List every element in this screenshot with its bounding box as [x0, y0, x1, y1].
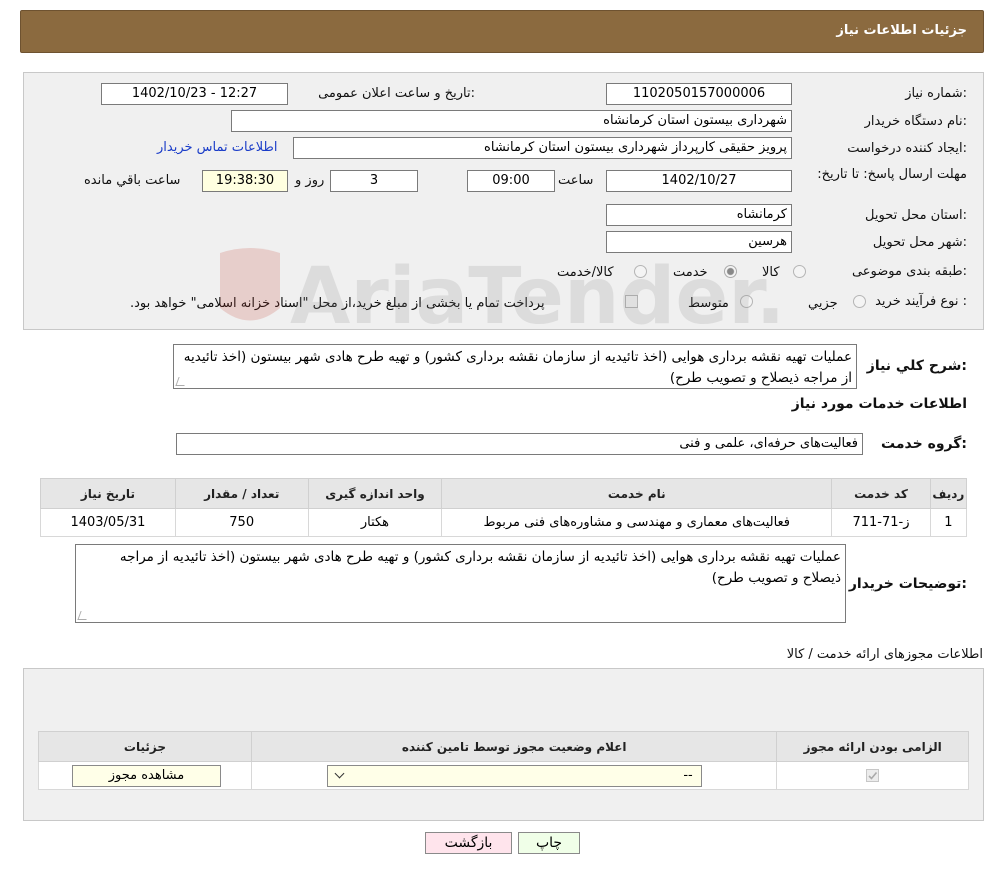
summary-label: شرح کلي نياز: — [866, 358, 967, 374]
check-icon — [868, 771, 878, 780]
deadline-label: مهلت ارسال پاسخ: تا تاریخ: — [817, 167, 967, 182]
process-minor-label: جزیي — [808, 296, 838, 311]
view-license-button[interactable]: مشاهده مجوز — [72, 764, 221, 787]
cell-row: 1 — [929, 508, 968, 537]
category-service-radio[interactable] — [724, 265, 737, 278]
deadline-time-field: 09:00 — [467, 170, 555, 192]
service-group-field: فعالیت‌های حرفه‌ای، علمی و فنی — [176, 433, 863, 455]
deadline-date-field: 1402/10/27 — [606, 170, 792, 192]
category-goods-service-label: کالا/خدمت — [557, 265, 614, 280]
buyer-contact-link[interactable]: اطلاعات تماس خریدار — [157, 140, 277, 155]
announce-label: تاریخ و ساعت اعلان عمومی: — [318, 86, 475, 101]
services-table-header: ردیف کد خدمت نام خدمت واحد اندازه گیری ت… — [40, 478, 968, 509]
days-label: روز و — [295, 173, 325, 188]
col-service-code: کد خدمت — [831, 478, 931, 509]
licenses-table-header: الزامی بودن ارائه مجوز اعلام وضعیت مجوز … — [38, 731, 969, 762]
process-type-label: نوع فرآیند خرید : — [875, 294, 967, 309]
cell-service-name: فعالیت‌های معماری و مهندسی و مشاوره‌های … — [441, 508, 833, 537]
buyer-org-label: نام دستگاه خریدار: — [864, 114, 967, 129]
category-label: طبقه بندی موضوعی: — [851, 264, 967, 279]
remaining-time-field: 19:38:30 — [202, 170, 288, 192]
licenses-section-title: اطلاعات مجوزهای ارائه خدمت / کالا — [786, 647, 983, 662]
buyer-notes-text: عملیات تهیه نقشه برداری هوایی (اخذ تائید… — [119, 549, 841, 586]
license-status-select[interactable]: -- — [326, 764, 702, 787]
treasury-payment-note: پرداخت تمام یا بخشی از مبلغ خرید،از محل … — [130, 296, 545, 311]
license-required-checkbox[interactable] — [866, 769, 880, 782]
announce-datetime-field: 1402/10/23 - 12:27 — [101, 83, 288, 105]
resize-handle-icon[interactable] — [175, 377, 188, 386]
col-need-date: تاریخ نیاز — [40, 478, 176, 509]
summary-textarea[interactable]: عملیات تهیه نقشه برداری هوایی (اخذ تائید… — [173, 344, 857, 389]
category-goods-label: کالا — [762, 265, 780, 280]
license-status-value: -- — [683, 767, 693, 783]
back-button[interactable]: بازگشت — [425, 832, 512, 854]
days-remaining-field: 3 — [330, 170, 418, 192]
buyer-org-field: شهرداری بیستون استان کرمانشاه — [231, 110, 792, 132]
treasury-payment-checkbox[interactable] — [625, 295, 638, 308]
buyer-notes-textarea[interactable]: عملیات تهیه نقشه برداری هوایی (اخذ تائید… — [75, 544, 846, 623]
col-license-required: الزامی بودن ارائه مجوز — [776, 731, 969, 762]
page-title: جزئیات اطلاعات نیاز — [836, 23, 967, 38]
col-row: ردیف — [929, 478, 968, 509]
chevron-down-icon — [334, 768, 345, 778]
col-unit: واحد اندازه گیری — [307, 478, 443, 509]
category-goods-radio[interactable] — [793, 265, 806, 278]
deadline-time-label: ساعت — [558, 173, 594, 188]
city-field: هرسین — [606, 231, 792, 253]
page-header: جزئیات اطلاعات نیاز — [20, 10, 984, 53]
city-label: شهر محل تحویل: — [872, 235, 967, 250]
cell-quantity: 750 — [174, 508, 309, 537]
licenses-table: الزامی بودن ارائه مجوز اعلام وضعیت مجوز … — [38, 731, 969, 790]
col-service-name: نام خدمت — [441, 478, 833, 509]
table-row: 1 ز-71-711 فعالیت‌های معماری و مهندسی و … — [40, 508, 968, 537]
print-button[interactable]: چاپ — [518, 832, 580, 854]
col-details: جزئیات — [38, 731, 252, 762]
table-row: -- مشاهده مجوز — [38, 761, 969, 790]
services-section-title: اطلاعات خدمات مورد نیاز — [791, 396, 967, 412]
col-license-status: اعلام وضعیت مجوز توسط تامین کننده — [250, 731, 778, 762]
cell-unit: هکتار — [307, 508, 443, 537]
cell-need-date: 1403/05/31 — [40, 508, 176, 537]
resize-handle-icon[interactable] — [77, 611, 90, 620]
process-medium-label: متوسط — [688, 296, 729, 311]
creator-field: پرویز حقیقی کارپرداز شهرداری بیستون استا… — [293, 137, 792, 159]
services-table: ردیف کد خدمت نام خدمت واحد اندازه گیری ت… — [40, 478, 968, 537]
summary-text: عملیات تهیه نقشه برداری هوایی (اخذ تائید… — [183, 349, 852, 386]
remaining-time-label: ساعت باقي مانده — [84, 173, 181, 188]
process-minor-radio[interactable] — [853, 295, 866, 308]
service-group-label: گروه خدمت: — [881, 436, 967, 452]
process-medium-radio[interactable] — [740, 295, 753, 308]
need-number-label: شماره نیاز: — [905, 86, 967, 101]
creator-label: ایجاد کننده درخواست: — [847, 141, 967, 156]
province-label: استان محل تحویل: — [865, 208, 967, 223]
buyer-notes-label: توضیحات خریدار: — [848, 576, 967, 592]
category-goods-service-radio[interactable] — [634, 265, 647, 278]
province-field: کرمانشاه — [606, 204, 792, 226]
col-quantity: تعداد / مقدار — [174, 478, 309, 509]
need-number-field: 1102050157000006 — [606, 83, 792, 105]
cell-service-code: ز-71-711 — [831, 508, 931, 537]
category-service-label: خدمت — [673, 265, 708, 280]
